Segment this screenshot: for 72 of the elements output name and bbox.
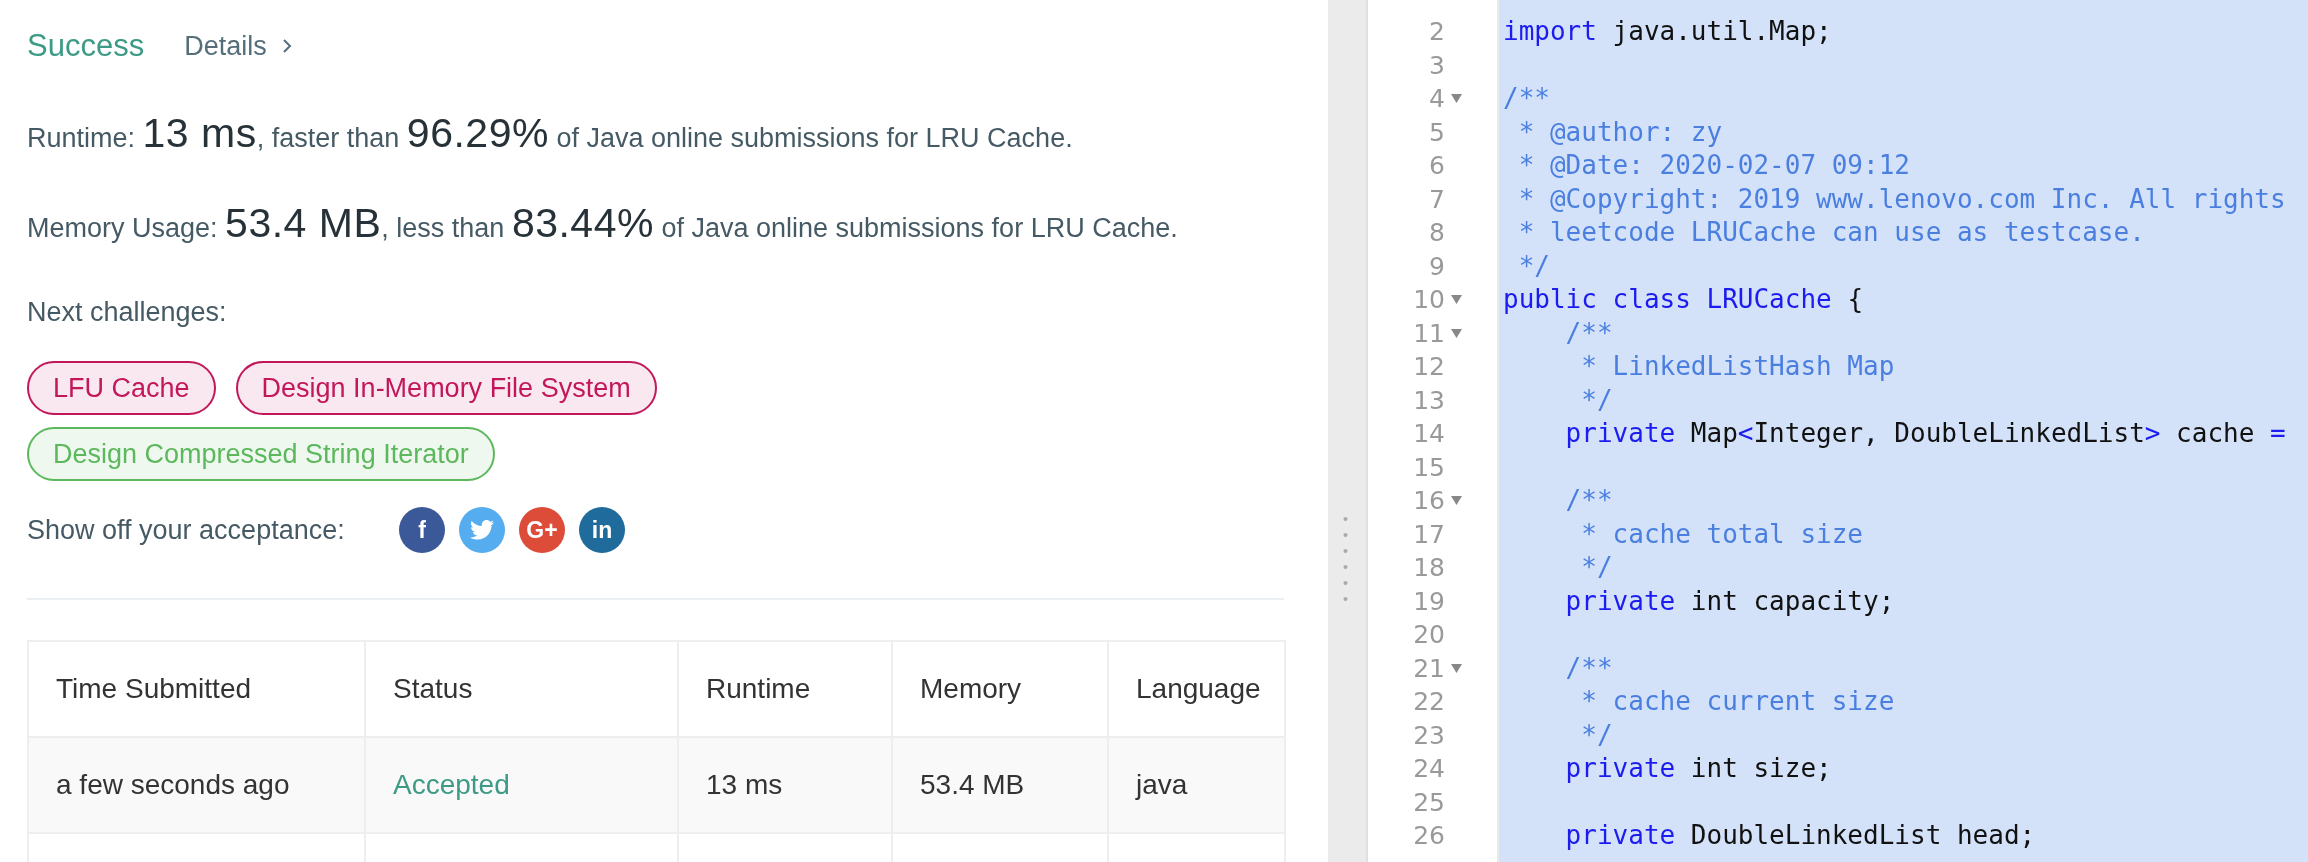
runtime-result: Runtime: 13 ms, faster than 96.29% of Java online submissions for LRU Cache. xyxy=(27,109,1074,158)
status-cell: Accepted xyxy=(365,737,678,833)
memory-result: Memory Usage: 53.4 MB, less than 83.44% of Java online submissions for LRU Cache. xyxy=(27,199,1179,248)
code-line: * cache current size xyxy=(1580,686,1895,716)
code-line: private Map<Integer, DoubleLinkedList> cache = xyxy=(1564,418,2286,448)
code-line: */ xyxy=(1580,552,1613,582)
code-line: * cache total size xyxy=(1580,518,1864,549)
line-number: 18 xyxy=(1413,552,1445,584)
code-line: /** xyxy=(1564,317,1613,348)
line-number: 21 xyxy=(1413,652,1445,685)
table-cell: 13 ms xyxy=(678,737,892,833)
line-number: 7 xyxy=(1429,183,1445,216)
code-line: * @Date: 2020-02-07 09:12 xyxy=(1517,150,1910,180)
fold-arrow-icon[interactable] xyxy=(1450,496,1462,506)
code-line: * @Copyright: 2019 www.lenovo.com Inc. All rights xyxy=(1517,183,2286,214)
code-line: private int capacity; xyxy=(1564,585,1895,616)
fold-arrow-icon[interactable] xyxy=(1450,295,1462,305)
line-number: 3 xyxy=(1429,49,1445,82)
line-number: 24 xyxy=(1413,753,1445,785)
fold-arrow-icon[interactable] xyxy=(1450,663,1462,673)
line-number: 13 xyxy=(1413,384,1445,417)
line-number: 14 xyxy=(1413,418,1445,450)
share-button[interactable]: G+ xyxy=(519,507,565,553)
line-number: 8 xyxy=(1429,217,1445,249)
line-number: 12 xyxy=(1413,351,1445,383)
bird-icon xyxy=(470,520,494,540)
line-number: 15 xyxy=(1413,451,1445,484)
line-number: 20 xyxy=(1413,619,1445,651)
table-cell: 53.4 MB xyxy=(892,737,1108,833)
column-header: Time Submitted xyxy=(28,641,365,737)
code-line: */ xyxy=(1580,719,1613,750)
code-line: /** xyxy=(1564,485,1613,515)
line-number: 17 xyxy=(1413,518,1445,551)
code-line: private DoubleLinkedList head; xyxy=(1564,820,2036,850)
chevron-right-icon xyxy=(280,38,293,54)
line-number: 23 xyxy=(1413,719,1445,752)
code-line: * @author: zy xyxy=(1517,116,1723,147)
share-label: Show off your acceptance: xyxy=(27,514,346,546)
share-button[interactable]: in xyxy=(579,507,625,553)
code-line: /** xyxy=(1564,652,1613,683)
line-number: 6 xyxy=(1429,150,1445,182)
challenge-tag[interactable]: LFU Cache xyxy=(27,361,216,415)
challenge-tag[interactable]: Design In-Memory File System xyxy=(235,361,657,415)
table-cell: a few seconds ago xyxy=(28,737,365,833)
line-number: 9 xyxy=(1429,250,1445,283)
line-number: 22 xyxy=(1413,686,1445,718)
code-line: import java.util.Map; xyxy=(1503,16,1832,46)
line-number: 2 xyxy=(1429,16,1445,48)
fold-arrow-icon[interactable] xyxy=(1450,328,1462,338)
next-challenges-label: Next challenges: xyxy=(27,296,227,329)
code-line: /** xyxy=(1503,83,1550,113)
code-line: public class LRUCache { xyxy=(1503,284,1864,314)
fold-arrow-icon[interactable] xyxy=(1450,94,1462,104)
share-button[interactable]: f xyxy=(399,507,445,553)
code-line: */ xyxy=(1517,250,1550,281)
line-number: 11 xyxy=(1413,317,1445,350)
line-number: 16 xyxy=(1413,485,1445,517)
line-number: 4 xyxy=(1429,83,1445,115)
line-number: 25 xyxy=(1413,786,1445,819)
line-number: 26 xyxy=(1413,820,1445,852)
code-line: * LinkedListHash Map xyxy=(1580,351,1895,381)
code-line: private int size; xyxy=(1564,753,1832,783)
code-line: */ xyxy=(1580,384,1613,415)
table-cell: java xyxy=(1108,737,1285,833)
resize-handle-icon[interactable] xyxy=(1343,515,1348,603)
bird-share-button[interactable] xyxy=(459,507,505,553)
code-line: * leetcode LRUCache can use as testcase. xyxy=(1517,217,2145,247)
line-number: 10 xyxy=(1413,284,1445,316)
details-link[interactable]: Details xyxy=(184,30,293,62)
line-number: 19 xyxy=(1413,585,1445,618)
line-number: 5 xyxy=(1429,116,1445,149)
success-status: Success xyxy=(27,28,145,64)
